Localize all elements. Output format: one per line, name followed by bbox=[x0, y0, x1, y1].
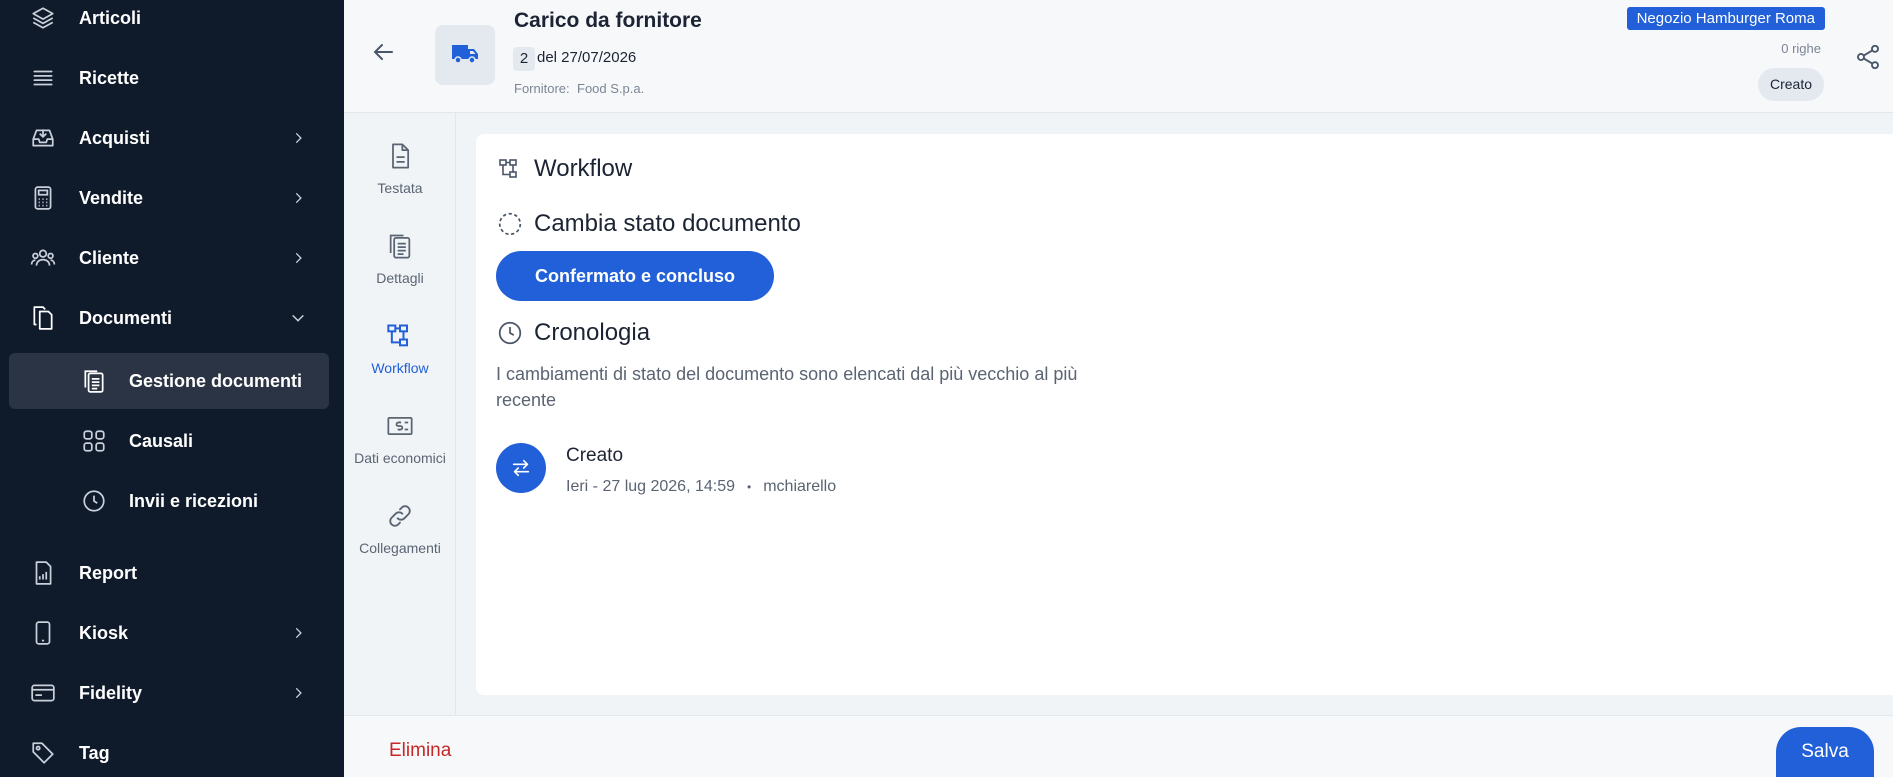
document-tabs: Testata Dettagli Workflow Dati economici… bbox=[344, 113, 456, 715]
chevron-right-icon bbox=[288, 248, 308, 268]
sidebar-item-documenti[interactable]: Documenti bbox=[0, 290, 344, 346]
history-event-meta: Ieri - 27 lug 2026, 14:59 • mchiarello bbox=[566, 478, 836, 496]
layers-icon bbox=[28, 3, 58, 33]
sidebar-item-label: Report bbox=[79, 562, 137, 583]
clipboard-list-icon bbox=[384, 230, 416, 262]
workflow-heading: Workflow bbox=[496, 155, 632, 183]
section-title: Cronologia bbox=[534, 319, 651, 346]
document-number: 2 bbox=[513, 47, 535, 71]
workflow-panel: Workflow Cambia stato documento Conferma… bbox=[476, 134, 1893, 695]
calculator-icon bbox=[28, 183, 58, 213]
store-badge: Negozio Hamburger Roma bbox=[1626, 7, 1825, 30]
sidebar-subitem-label: Causali bbox=[129, 430, 194, 451]
tablet-icon bbox=[28, 618, 58, 648]
supplier-value: Food S.p.a. bbox=[577, 81, 645, 96]
supplier-label: Fornitore: bbox=[514, 81, 570, 96]
confirm-and-close-button[interactable]: Confermato e concluso bbox=[496, 251, 774, 301]
tab-label: Testata bbox=[377, 180, 423, 196]
tab-workflow[interactable]: Workflow bbox=[344, 312, 456, 392]
history-event-time: Ieri - 27 lug 2026, 14:59 bbox=[566, 478, 736, 495]
sidebar-subitem-label: Gestione documenti bbox=[129, 370, 303, 391]
sidebar-item-acquisti[interactable]: Acquisti bbox=[0, 110, 344, 166]
sidebar-item-vendite[interactable]: Vendite bbox=[0, 170, 344, 226]
inbox-tray-icon bbox=[28, 123, 58, 153]
sidebar-item-fidelity[interactable]: Fidelity bbox=[0, 665, 344, 721]
workflow-icon bbox=[384, 320, 416, 352]
sidebar-item-label: Articoli bbox=[79, 7, 142, 28]
tab-label: Workflow bbox=[371, 360, 429, 376]
sidebar-item-label: Acquisti bbox=[79, 127, 151, 148]
sidebar-item-ricette[interactable]: Ricette bbox=[0, 50, 344, 106]
tab-collegamenti[interactable]: Collegamenti bbox=[344, 492, 456, 572]
card-icon bbox=[28, 678, 58, 708]
sidebar-subitem-invii-e-ricezioni[interactable]: Invii e ricezioni bbox=[9, 473, 329, 529]
chevron-right-icon bbox=[288, 188, 308, 208]
list-icon bbox=[28, 63, 58, 93]
sidebar-item-label: Vendite bbox=[79, 187, 144, 208]
status-badge: Creato bbox=[1757, 68, 1824, 101]
sidebar-item-cliente[interactable]: Cliente bbox=[0, 230, 344, 286]
document-date: del 27/07/2026 bbox=[537, 49, 637, 66]
truck-icon bbox=[450, 41, 480, 70]
history-event-title: Creato bbox=[566, 445, 624, 466]
tab-label: Dettagli bbox=[376, 270, 424, 286]
sidebar-item-label: Kiosk bbox=[79, 622, 129, 643]
action-footer: Elimina Salva bbox=[344, 715, 1893, 777]
tab-dati-economici[interactable]: Dati economici bbox=[344, 402, 456, 482]
chevron-right-icon bbox=[288, 128, 308, 148]
clock-icon bbox=[79, 486, 109, 516]
sidebar-item-kiosk[interactable]: Kiosk bbox=[0, 605, 344, 661]
sidebar-item-articoli[interactable]: Articoli bbox=[0, 0, 344, 46]
users-icon bbox=[28, 243, 58, 273]
sidebar-item-label: Ricette bbox=[79, 67, 140, 88]
documents-icon bbox=[28, 303, 58, 333]
section-title: Workflow bbox=[534, 155, 633, 182]
chevron-right-icon bbox=[288, 683, 308, 703]
page-title: Carico da fornitore bbox=[514, 9, 702, 32]
workflow-icon bbox=[496, 155, 524, 183]
sidebar-item-report[interactable]: Report bbox=[0, 545, 344, 601]
history-description: I cambiamenti di stato del documento son… bbox=[496, 364, 1078, 410]
clock-icon bbox=[496, 319, 524, 347]
tag-icon bbox=[28, 738, 58, 768]
document-type-badge bbox=[435, 25, 495, 85]
sidebar-item-label: Fidelity bbox=[79, 682, 143, 703]
save-button[interactable]: Salva bbox=[1776, 727, 1874, 777]
change-state-heading: Cambia stato documento bbox=[496, 210, 801, 238]
file-text-icon bbox=[384, 140, 416, 172]
grid-icon bbox=[79, 426, 109, 456]
history-heading: Cronologia bbox=[496, 319, 650, 347]
sidebar: Articoli Ricette Acquisti Vendite Client… bbox=[0, 0, 344, 777]
tab-dettagli[interactable]: Dettagli bbox=[344, 222, 456, 302]
tab-label: Collegamenti bbox=[359, 540, 441, 556]
link-icon bbox=[384, 500, 416, 532]
sidebar-item-label: Cliente bbox=[79, 247, 140, 268]
sidebar-subitem-label: Invii e ricezioni bbox=[129, 490, 259, 511]
swap-arrows-icon bbox=[496, 443, 546, 493]
sidebar-item-tag[interactable]: Tag bbox=[0, 725, 344, 777]
section-title: Cambia stato documento bbox=[534, 210, 801, 237]
chevron-right-icon bbox=[288, 623, 308, 643]
sidebar-subitem-gestione-documenti[interactable]: Gestione documenti bbox=[9, 353, 329, 409]
state-change-icon bbox=[496, 210, 524, 238]
sidebar-item-label: Documenti bbox=[79, 307, 173, 328]
rows-count: 0 righe bbox=[1781, 41, 1821, 56]
history-event-user: mchiarello bbox=[763, 478, 837, 495]
report-chart-icon bbox=[28, 558, 58, 588]
chevron-down-icon bbox=[288, 308, 308, 328]
delete-button[interactable]: Elimina bbox=[389, 740, 451, 762]
sidebar-item-label: Tag bbox=[79, 742, 110, 763]
money-icon bbox=[384, 410, 416, 442]
sidebar-subitem-causali[interactable]: Causali bbox=[9, 413, 329, 469]
clipboard-icon bbox=[79, 366, 109, 396]
separator-dot: • bbox=[747, 480, 752, 494]
back-arrow-icon[interactable] bbox=[370, 38, 398, 66]
tab-testata[interactable]: Testata bbox=[344, 132, 456, 212]
tab-label: Dati economici bbox=[354, 450, 446, 466]
share-icon[interactable] bbox=[1853, 42, 1883, 72]
document-header: Carico da fornitore 2 del 27/07/2026 For… bbox=[344, 0, 1893, 113]
